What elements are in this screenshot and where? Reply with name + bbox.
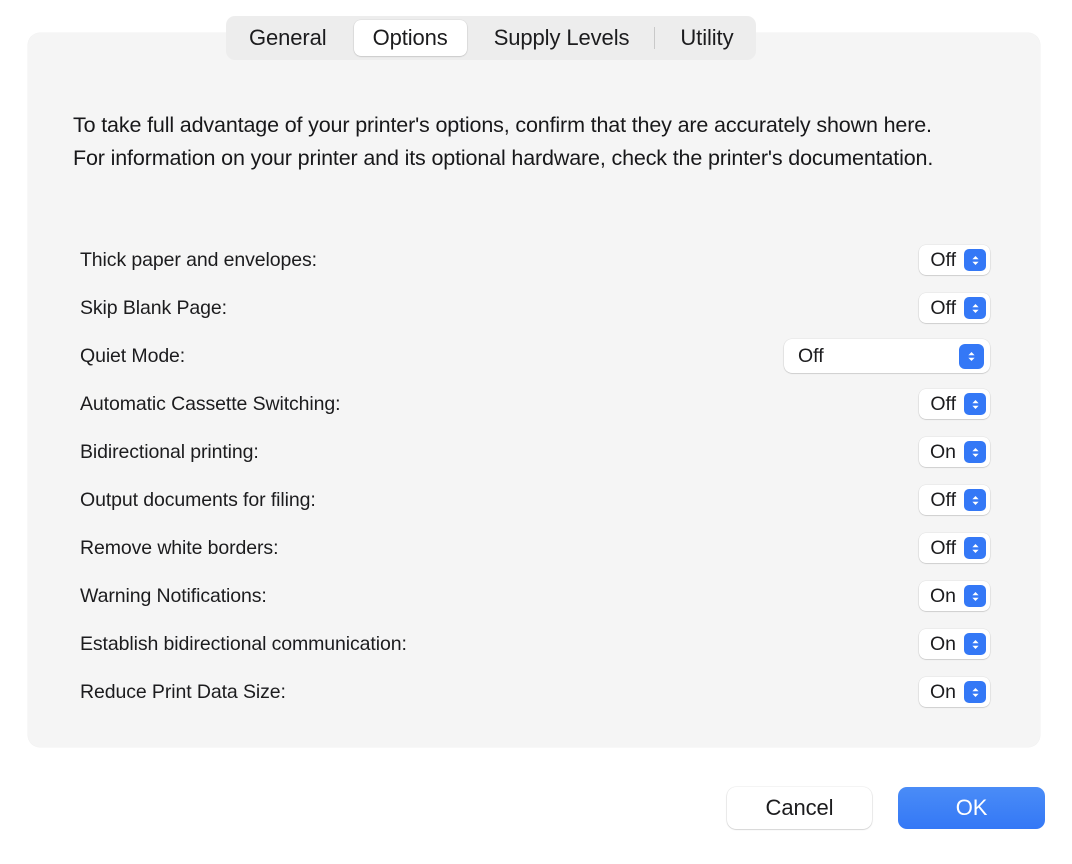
option-popup-button[interactable]: On — [919, 629, 990, 659]
option-label: Remove white borders: — [80, 537, 278, 560]
option-label: Quiet Mode: — [80, 345, 185, 368]
option-popup-button[interactable]: Off — [919, 245, 990, 275]
option-popup-value: On — [930, 633, 956, 656]
option-popup-value: Off — [930, 393, 956, 416]
printer-options-list: Thick paper and envelopes:OffSkip Blank … — [28, 236, 1040, 716]
options-panel: To take full advantage of your printer's… — [28, 33, 1040, 747]
option-row: Thick paper and envelopes: Off — [28, 236, 1040, 284]
tab-supply-levels[interactable]: Supply Levels — [475, 20, 649, 56]
tab-utility[interactable]: Utility — [661, 20, 752, 56]
option-popup-button[interactable]: Off — [919, 533, 990, 563]
option-label: Output documents for filing: — [80, 489, 316, 512]
option-popup-button[interactable]: On — [919, 437, 990, 467]
option-row: Output documents for filing: Off — [28, 476, 1040, 524]
chevron-up-down-icon — [959, 344, 984, 369]
chevron-up-down-icon — [964, 489, 986, 511]
option-popup-value: On — [930, 441, 956, 464]
option-popup-button[interactable]: Off — [784, 339, 990, 373]
tab-bar: GeneralOptionsSupply Levels Utility — [226, 16, 756, 60]
option-row: Reduce Print Data Size: On — [28, 668, 1040, 716]
option-row: Skip Blank Page: Off — [28, 284, 1040, 332]
chevron-up-down-icon — [964, 585, 986, 607]
option-row: Bidirectional printing: On — [28, 428, 1040, 476]
chevron-up-down-icon — [964, 393, 986, 415]
option-label: Bidirectional printing: — [80, 441, 259, 464]
chevron-up-down-icon — [964, 441, 986, 463]
option-popup-value: Off — [930, 489, 956, 512]
tab-options[interactable]: Options — [354, 20, 467, 56]
intro-description: To take full advantage of your printer's… — [73, 109, 953, 175]
option-popup-value: On — [930, 681, 956, 704]
option-label: Thick paper and envelopes: — [80, 249, 317, 272]
option-popup-button[interactable]: Off — [919, 485, 990, 515]
option-popup-value: Off — [930, 249, 956, 272]
chevron-up-down-icon — [964, 537, 986, 559]
dialog-footer: Cancel OK — [0, 787, 1072, 829]
option-label: Warning Notifications: — [80, 585, 267, 608]
tab-separator — [654, 27, 655, 49]
chevron-up-down-icon — [964, 633, 986, 655]
option-popup-button[interactable]: Off — [919, 389, 990, 419]
option-popup-button[interactable]: On — [919, 581, 990, 611]
option-label: Reduce Print Data Size: — [80, 681, 286, 704]
cancel-button[interactable]: Cancel — [727, 787, 872, 829]
option-popup-value: On — [930, 585, 956, 608]
option-row: Warning Notifications: On — [28, 572, 1040, 620]
option-popup-value: Off — [798, 345, 959, 368]
chevron-up-down-icon — [964, 681, 986, 703]
option-popup-button[interactable]: Off — [919, 293, 990, 323]
option-popup-value: Off — [930, 537, 956, 560]
option-row: Establish bidirectional communication: On — [28, 620, 1040, 668]
option-row: Remove white borders: Off — [28, 524, 1040, 572]
option-popup-value: Off — [930, 297, 956, 320]
option-label: Skip Blank Page: — [80, 297, 227, 320]
option-popup-button[interactable]: On — [919, 677, 990, 707]
tab-general[interactable]: General — [230, 20, 346, 56]
option-label: Establish bidirectional communication: — [80, 633, 407, 656]
option-label: Automatic Cassette Switching: — [80, 393, 340, 416]
chevron-up-down-icon — [964, 249, 986, 271]
option-row: Quiet Mode: Off — [28, 332, 1040, 380]
ok-button[interactable]: OK — [898, 787, 1045, 829]
chevron-up-down-icon — [964, 297, 986, 319]
option-row: Automatic Cassette Switching: Off — [28, 380, 1040, 428]
